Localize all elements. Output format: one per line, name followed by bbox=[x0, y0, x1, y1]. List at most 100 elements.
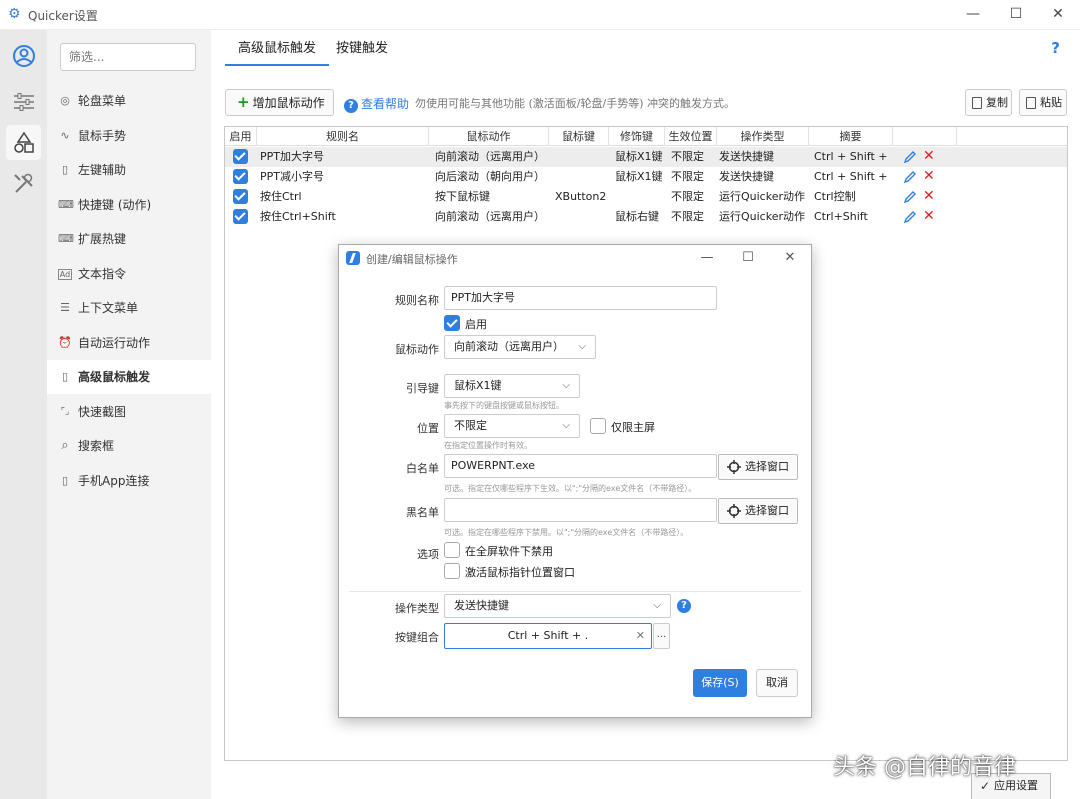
nav-item-label: 自动运行动作 bbox=[78, 336, 151, 350]
help-question-icon[interactable]: ? bbox=[1051, 39, 1060, 57]
edit-pencil-icon[interactable] bbox=[903, 170, 917, 184]
enable-checkbox[interactable] bbox=[444, 315, 460, 331]
icon-rail bbox=[0, 30, 47, 799]
cell-mouse-button bbox=[555, 167, 609, 187]
nav-item-extended-hotkey[interactable]: ⌨ 扩展热键 bbox=[47, 222, 211, 256]
activate-window-checkbox[interactable] bbox=[444, 563, 460, 579]
op-type-select[interactable]: 发送快捷键 ⌵ bbox=[444, 594, 671, 618]
dialog-close-button[interactable]: ✕ bbox=[780, 248, 800, 268]
nav-item-hotkey-action[interactable]: ⌨ 快捷键 (动作) bbox=[47, 188, 211, 222]
rail-tools[interactable] bbox=[6, 166, 41, 201]
nav-item-wheel-menu[interactable]: ◎ 轮盘菜单 bbox=[47, 84, 211, 118]
delete-icon[interactable]: ✕ bbox=[923, 169, 935, 183]
filter-input[interactable] bbox=[60, 43, 196, 71]
header-enabled[interactable]: 启用 bbox=[225, 127, 257, 146]
table-row[interactable]: PPT加大字号 向前滚动（远离用户） 鼠标X1键 不限定 发送快捷键 Ctrl … bbox=[225, 147, 1067, 167]
table-row[interactable]: 按住Ctrl+Shift 向前滚动（远离用户） 鼠标右键 不限定 运行Quick… bbox=[225, 207, 1067, 227]
nav-item-mobile-app[interactable]: ▯ 手机App连接 bbox=[47, 464, 211, 498]
cancel-button[interactable]: 取消 bbox=[756, 669, 798, 697]
copy-button[interactable]: 复制 bbox=[965, 89, 1012, 116]
nav-item-label: 高级鼠标触发 bbox=[78, 370, 151, 384]
add-mouse-action-label: 增加鼠标动作 bbox=[252, 96, 325, 110]
help-icon[interactable]: ? bbox=[677, 599, 691, 613]
header-modifier[interactable]: 修饰键 bbox=[609, 127, 665, 146]
maximize-button[interactable]: ☐ bbox=[1005, 4, 1027, 24]
whitelist-input[interactable]: POWERPNT.exe bbox=[444, 454, 717, 478]
cell-op-type: 发送快捷键 bbox=[719, 170, 774, 183]
enable-checkbox[interactable] bbox=[233, 169, 248, 184]
nav-item-label: 上下文菜单 bbox=[78, 301, 139, 315]
rail-triggers[interactable] bbox=[6, 125, 41, 160]
nav-item-search-box[interactable]: ⌕ 搜索框 bbox=[47, 429, 211, 463]
menu-lines-icon: ☰ bbox=[60, 301, 70, 314]
delete-icon[interactable]: ✕ bbox=[923, 149, 935, 163]
rail-profile[interactable] bbox=[6, 38, 41, 73]
edit-pencil-icon[interactable] bbox=[903, 210, 917, 224]
paste-button[interactable]: 粘贴 bbox=[1019, 89, 1067, 116]
edit-pencil-icon[interactable] bbox=[903, 190, 917, 204]
mouse-action-select[interactable]: 向前滚动（远离用户） ⌵ bbox=[444, 335, 596, 359]
main-screen-label: 仅限主屏 bbox=[611, 421, 655, 434]
delete-icon[interactable]: ✕ bbox=[923, 209, 935, 223]
dialog-maximize-button[interactable]: ☐ bbox=[738, 248, 758, 268]
pick-window-label: 选择窗口 bbox=[745, 460, 789, 473]
cell-mouse-action: 向前滚动（远离用户） bbox=[435, 150, 545, 163]
edit-pencil-icon[interactable] bbox=[903, 150, 917, 164]
lead-key-select[interactable]: 鼠标X1键 ⌵ bbox=[444, 374, 580, 398]
key-combo-more-button[interactable]: ... bbox=[653, 623, 670, 649]
position-select[interactable]: 不限定 ⌵ bbox=[444, 414, 580, 438]
dialog-minimize-button[interactable]: — bbox=[697, 248, 717, 268]
main-screen-checkbox[interactable] bbox=[590, 418, 606, 434]
key-combo-value: Ctrl + Shift + . bbox=[507, 629, 589, 642]
header-mouse-button[interactable]: 鼠标键 bbox=[549, 127, 609, 146]
text-ad-icon: Ad bbox=[58, 269, 72, 280]
cell-modifier bbox=[615, 187, 665, 207]
nav-item-left-click-assist[interactable]: ▯ 左键辅助 bbox=[47, 153, 211, 187]
minimize-button[interactable]: — bbox=[962, 4, 984, 24]
enable-checkbox[interactable] bbox=[233, 209, 248, 224]
table-row[interactable]: PPT减小字号 向后滚动（朝向用户） 鼠标X1键 不限定 发送快捷键 Ctrl … bbox=[225, 167, 1067, 187]
enable-label: 启用 bbox=[465, 318, 487, 331]
whitelist-hint: 可选。指定在仅哪些程序下生效。以";"分隔的exe文件名（不带路径）。 bbox=[444, 484, 697, 493]
nav-item-mouse-gesture[interactable]: ∿ 鼠标手势 bbox=[47, 119, 211, 153]
nav-item-auto-run[interactable]: ⏰ 自动运行动作 bbox=[47, 326, 211, 360]
nav-item-quick-screenshot[interactable]: ⌜⌟ 快速截图 bbox=[47, 395, 211, 429]
clear-icon[interactable]: ✕ bbox=[636, 624, 645, 648]
header-position[interactable]: 生效位置 bbox=[665, 127, 717, 146]
enable-checkbox[interactable] bbox=[233, 189, 248, 204]
table-row[interactable]: 按住Ctrl 按下鼠标键 XButton2 不限定 运行Quicker动作 Ct… bbox=[225, 187, 1067, 207]
blacklist-pick-window-button[interactable]: 选择窗口 bbox=[718, 498, 798, 524]
phone-icon: ▯ bbox=[61, 474, 69, 487]
tab-key-trigger[interactable]: 按键触发 bbox=[323, 30, 401, 66]
cell-mouse-action: 向后滚动（朝向用户） bbox=[435, 170, 545, 183]
header-rule-name[interactable]: 规则名 bbox=[257, 127, 429, 146]
view-help-link[interactable]: ? 查看帮助 bbox=[344, 95, 409, 113]
nav-item-text-command[interactable]: Ad 文本指令 bbox=[47, 257, 211, 291]
blacklist-input[interactable] bbox=[444, 498, 717, 522]
delete-icon[interactable]: ✕ bbox=[923, 189, 935, 203]
rail-settings[interactable] bbox=[6, 84, 41, 119]
plus-icon: + bbox=[237, 93, 250, 111]
header-mouse-action[interactable]: 鼠标动作 bbox=[429, 127, 549, 146]
rule-name-input[interactable]: PPT加大字号 bbox=[444, 286, 717, 310]
cell-rule-name: 按住Ctrl+Shift bbox=[260, 210, 336, 223]
enable-checkbox[interactable] bbox=[233, 149, 248, 164]
save-button[interactable]: 保存(S) bbox=[693, 669, 747, 697]
whitelist-pick-window-button[interactable]: 选择窗口 bbox=[718, 454, 798, 480]
header-summary[interactable]: 摘要 bbox=[809, 127, 893, 146]
nav-item-context-menu[interactable]: ☰ 上下文菜单 bbox=[47, 291, 211, 325]
pick-window-label: 选择窗口 bbox=[745, 504, 789, 517]
search-icon: ⌕ bbox=[61, 438, 69, 453]
add-mouse-action-button[interactable]: + 增加鼠标动作 bbox=[225, 89, 334, 116]
quicker-logo-icon bbox=[346, 251, 360, 265]
fullscreen-disable-checkbox[interactable] bbox=[444, 542, 460, 558]
header-op-type[interactable]: 操作类型 bbox=[717, 127, 809, 146]
chevron-down-icon: ⌵ bbox=[562, 420, 570, 431]
nav-item-label: 手机App连接 bbox=[78, 474, 150, 488]
key-combo-input[interactable]: Ctrl + Shift + . ✕ bbox=[444, 623, 652, 649]
close-button[interactable]: ✕ bbox=[1047, 4, 1069, 24]
nav-item-label: 鼠标手势 bbox=[78, 129, 127, 143]
nav-item-advanced-mouse[interactable]: ▯ 高级鼠标触发 bbox=[47, 360, 211, 394]
tab-advanced-mouse[interactable]: 高级鼠标触发 bbox=[225, 30, 330, 66]
divider bbox=[349, 591, 801, 592]
